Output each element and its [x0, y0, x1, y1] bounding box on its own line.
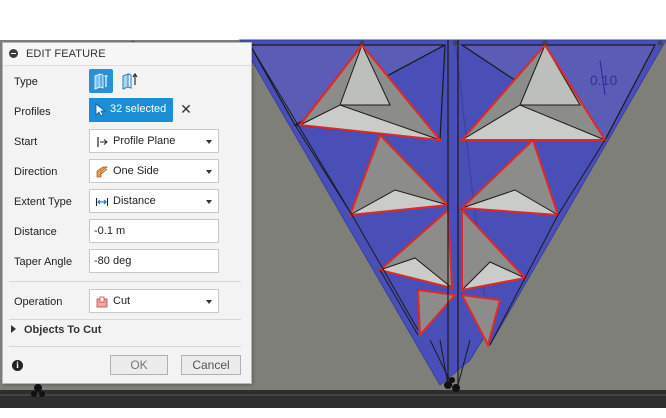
solid-extrude-button[interactable] [89, 69, 113, 93]
info-icon[interactable]: i [12, 360, 23, 371]
profiles-value: 32 selected [110, 103, 167, 115]
start-label: Start [14, 136, 38, 148]
solid-extrude-icon [94, 73, 108, 90]
minus-circle-icon[interactable] [9, 49, 18, 58]
extent-type-dropdown[interactable]: Distance [89, 189, 219, 213]
profiles-selection-button[interactable]: 32 selected [89, 98, 173, 122]
edit-feature-panel: EDIT FEATURE Type Profiles 32 selected ✕… [2, 42, 252, 384]
chevron-down-icon [206, 200, 212, 204]
ok-button[interactable]: OK [110, 355, 168, 375]
start-dropdown[interactable]: Profile Plane [89, 129, 219, 153]
panel-title: EDIT FEATURE [26, 48, 106, 60]
profile-plane-icon [97, 137, 108, 147]
chevron-down-icon [206, 300, 212, 304]
operation-label: Operation [14, 296, 63, 308]
start-value: Profile Plane [113, 135, 176, 147]
chevron-right-icon [11, 325, 16, 333]
objects-to-cut-label: Objects To Cut [24, 324, 102, 336]
direction-dropdown[interactable]: One Side [89, 159, 219, 183]
chevron-down-icon [206, 140, 212, 144]
operation-dropdown[interactable]: Cut [89, 289, 219, 313]
taper-angle-label: Taper Angle [14, 256, 73, 268]
surface-extrude-button[interactable] [117, 69, 141, 93]
distance-icon [95, 198, 109, 206]
direction-label: Direction [14, 166, 58, 178]
close-icon[interactable]: ✕ [179, 102, 193, 116]
profiles-label: Profiles [14, 106, 51, 118]
dimension-label[interactable]: 0.10 [590, 72, 617, 88]
type-label: Type [14, 76, 38, 88]
taper-angle-input[interactable]: -80 deg [89, 249, 219, 273]
direction-value: One Side [113, 165, 159, 177]
surface-extrude-icon [122, 72, 138, 90]
objects-to-cut-section[interactable]: Objects To Cut [11, 324, 101, 336]
extent-type-value: Distance [113, 195, 156, 207]
one-side-icon [96, 166, 108, 178]
distance-input[interactable]: -0.1 m [89, 219, 219, 243]
pointer-icon [95, 103, 107, 117]
distance-label: Distance [14, 226, 57, 238]
extent-type-label: Extent Type [14, 196, 72, 208]
divider [9, 281, 241, 282]
cancel-button[interactable]: Cancel [181, 355, 241, 375]
cut-icon [96, 296, 108, 308]
operation-value: Cut [113, 295, 131, 307]
divider [9, 346, 241, 347]
divider [9, 319, 241, 320]
chevron-down-icon [206, 170, 212, 174]
panel-header: EDIT FEATURE [3, 43, 251, 66]
